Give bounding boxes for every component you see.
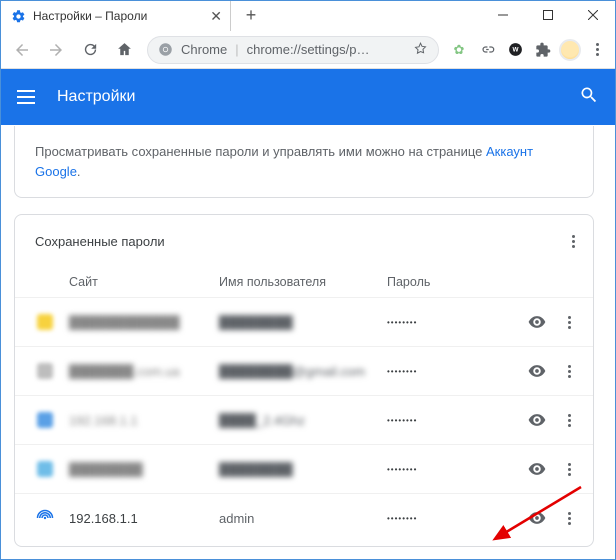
- notice-suffix: .: [77, 164, 81, 179]
- password-cell: ••••••••: [387, 514, 521, 523]
- browser-tab[interactable]: Настройки – Пароли ✕: [1, 1, 231, 31]
- table-header: Сайт Имя пользователя Пароль: [15, 267, 593, 297]
- extensions-icon[interactable]: [531, 38, 555, 62]
- site-favicon: [37, 461, 53, 477]
- site-cell[interactable]: ████████████: [69, 315, 219, 330]
- close-window-button[interactable]: [570, 1, 615, 29]
- password-cell: ••••••••: [387, 465, 521, 474]
- show-password-button[interactable]: [521, 355, 553, 387]
- table-row: ███████.com.ua████████@gmail.com••••••••: [15, 346, 593, 395]
- new-tab-button[interactable]: +: [237, 1, 265, 29]
- saved-menu-button[interactable]: [561, 229, 585, 253]
- extension-button-1[interactable]: ✿: [447, 38, 471, 62]
- user-cell: ████████: [219, 315, 387, 330]
- site-favicon: [37, 412, 53, 428]
- show-password-button[interactable]: [521, 306, 553, 338]
- browser-menu-button[interactable]: [585, 38, 609, 62]
- user-cell: ████_2.4Ghz: [219, 413, 387, 428]
- gear-icon: [11, 9, 26, 24]
- address-prefix: Chrome: [181, 42, 227, 57]
- password-cell: ••••••••: [387, 318, 521, 327]
- settings-header: Настройки: [1, 69, 615, 125]
- forward-button[interactable]: [41, 35, 71, 65]
- table-row: ████████████████••••••••: [15, 444, 593, 493]
- col-site: Сайт: [69, 275, 219, 289]
- chrome-icon: [158, 42, 173, 57]
- minimize-button[interactable]: [480, 1, 525, 29]
- close-tab-button[interactable]: ✕: [210, 8, 222, 25]
- address-bar[interactable]: Chrome | chrome://settings/p…: [147, 36, 439, 64]
- address-path: chrome://settings/p…: [247, 42, 370, 57]
- search-button[interactable]: [579, 85, 599, 110]
- back-button[interactable]: [7, 35, 37, 65]
- user-cell: ████████@gmail.com: [219, 364, 387, 379]
- site-cell[interactable]: 192.168.1.1: [69, 413, 219, 428]
- site-favicon: [37, 314, 53, 330]
- row-menu-button[interactable]: [553, 453, 585, 485]
- profile-avatar[interactable]: [559, 39, 581, 61]
- home-button[interactable]: [109, 35, 139, 65]
- row-menu-button[interactable]: [553, 502, 585, 534]
- site-favicon: [37, 363, 53, 379]
- tab-title: Настройки – Пароли: [33, 9, 203, 23]
- notice-text: Просматривать сохраненные пароли и управ…: [35, 144, 486, 159]
- show-password-button[interactable]: [521, 404, 553, 436]
- user-cell: ████████: [219, 462, 387, 477]
- extension-button-2[interactable]: [475, 38, 499, 62]
- titlebar: Настройки – Пароли ✕ +: [1, 1, 615, 31]
- site-cell[interactable]: 192.168.1.1: [69, 511, 219, 526]
- saved-heading: Сохраненные пароли: [35, 234, 165, 249]
- content-scroll[interactable]: Просматривать сохраненные пароли и управ…: [2, 126, 614, 558]
- saved-passwords-card: Сохраненные пароли Сайт Имя пользователя…: [14, 214, 594, 547]
- window-controls: [480, 1, 615, 29]
- table-row: 192.168.1.1admin••••••••: [15, 493, 593, 542]
- svg-text:W: W: [512, 47, 518, 54]
- site-favicon: [35, 508, 55, 528]
- show-password-button[interactable]: [521, 502, 553, 534]
- password-cell: ••••••••: [387, 367, 521, 376]
- notice-card: Просматривать сохраненные пароли и управ…: [14, 126, 594, 198]
- reload-button[interactable]: [75, 35, 105, 65]
- page-title: Настройки: [57, 88, 135, 106]
- table-row: 192.168.1.1████_2.4Ghz••••••••: [15, 395, 593, 444]
- row-menu-button[interactable]: [553, 404, 585, 436]
- show-password-button[interactable]: [521, 453, 553, 485]
- user-cell: admin: [219, 511, 387, 526]
- table-row: ████████████████████••••••••: [15, 297, 593, 346]
- password-cell: ••••••••: [387, 416, 521, 425]
- col-user: Имя пользователя: [219, 275, 387, 289]
- extension-button-3[interactable]: W: [503, 38, 527, 62]
- menu-button[interactable]: [17, 85, 41, 109]
- maximize-button[interactable]: [525, 1, 570, 29]
- site-cell[interactable]: ███████.com.ua: [69, 364, 219, 379]
- row-menu-button[interactable]: [553, 306, 585, 338]
- row-menu-button[interactable]: [553, 355, 585, 387]
- toolbar: Chrome | chrome://settings/p… ✿ W: [1, 31, 615, 69]
- col-pass: Пароль: [387, 275, 585, 289]
- bookmark-icon[interactable]: [413, 41, 428, 59]
- site-cell[interactable]: ████████: [69, 462, 219, 477]
